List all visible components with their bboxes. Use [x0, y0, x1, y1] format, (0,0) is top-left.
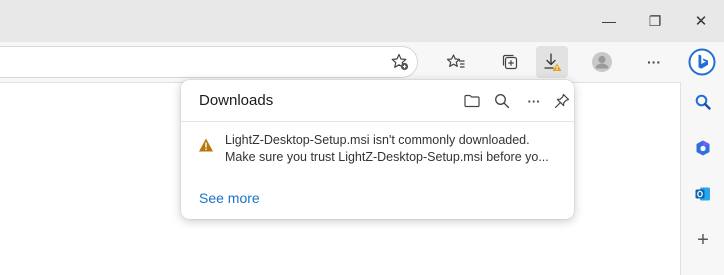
warning-icon [199, 138, 213, 152]
download-warning-line-1: LightZ-Desktop-Setup.msi isn't commonly … [225, 133, 530, 147]
title-bar: — ❐ ✕ [0, 0, 724, 42]
downloads-header: Downloads ··· [181, 80, 574, 122]
search-downloads-icon[interactable] [489, 88, 515, 114]
add-favorite-icon[interactable] [384, 46, 416, 78]
restore-button[interactable]: ❐ [632, 0, 678, 42]
downloads-flyout: Downloads ··· LightZ-Desktop-Setup.msi i… [181, 80, 574, 219]
edge-sidebar: + [680, 82, 724, 275]
outlook-icon[interactable] [689, 180, 717, 208]
open-folder-icon[interactable] [459, 88, 485, 114]
download-item[interactable]: LightZ-Desktop-Setup.msi isn't commonly … [181, 123, 574, 175]
minimize-button[interactable]: — [586, 0, 632, 42]
bing-icon[interactable] [686, 46, 718, 78]
address-bar[interactable] [0, 46, 418, 78]
downloads-title: Downloads [199, 92, 274, 109]
downloads-more-icon[interactable]: ··· [521, 88, 547, 114]
more-icon[interactable]: ··· [638, 46, 670, 78]
search-icon[interactable] [689, 88, 717, 116]
collections-icon[interactable] [494, 46, 526, 78]
pin-icon[interactable] [549, 88, 575, 114]
download-warning-line-2: Make sure you trust LightZ-Desktop-Setup… [225, 150, 549, 164]
profile-icon[interactable] [586, 46, 618, 78]
add-icon[interactable]: + [689, 226, 717, 254]
shopping-icon[interactable] [689, 134, 717, 162]
see-more-link[interactable]: See more [199, 190, 260, 206]
favorites-icon[interactable] [440, 46, 472, 78]
downloads-icon[interactable] [536, 46, 568, 78]
close-button[interactable]: ✕ [678, 0, 724, 42]
